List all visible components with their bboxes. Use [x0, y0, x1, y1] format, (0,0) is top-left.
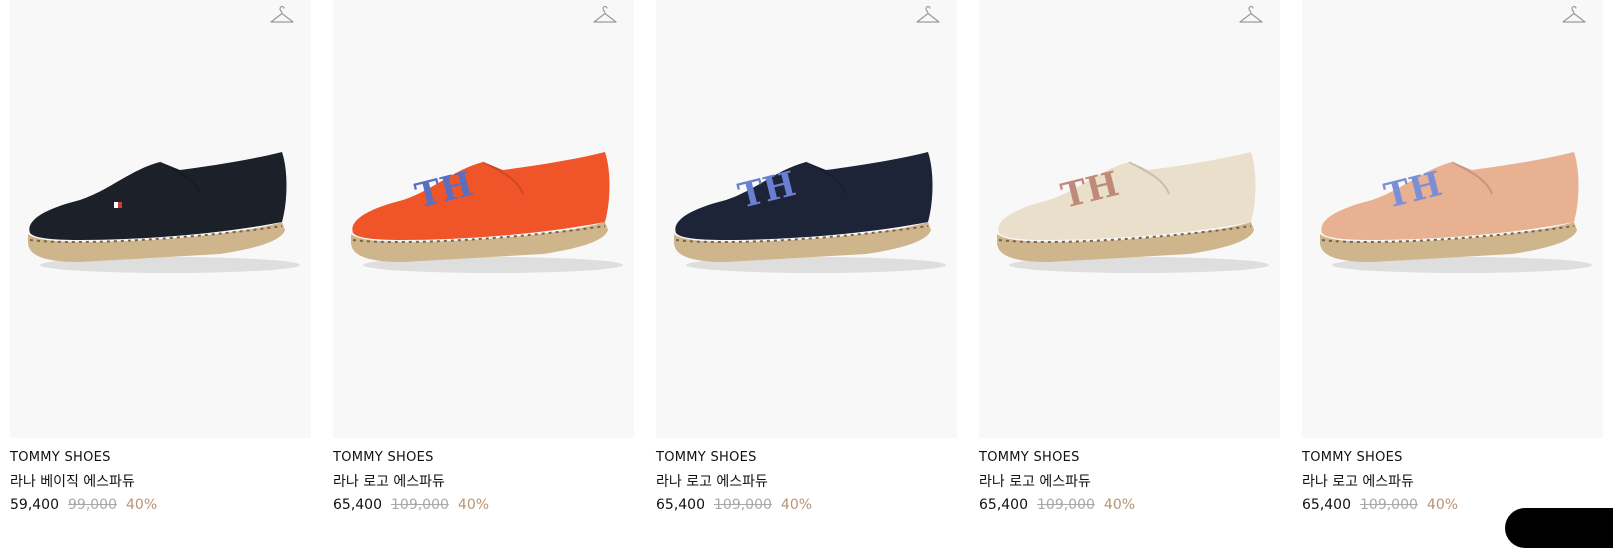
hanger-icon[interactable] [1561, 4, 1587, 28]
product-name[interactable]: 라나 로고 에스파듀 [979, 473, 1280, 491]
discount-rate: 40% [457, 497, 490, 513]
product-name[interactable]: 라나 베이직 에스파듀 [10, 473, 311, 491]
product-grid: TOMMY SHOES 라나 베이직 에스파듀 59,400 99,000 40% … [10, 0, 1603, 514]
product-image[interactable]: TH [979, 0, 1280, 438]
product-card[interactable]: TH TOMMY SHOES 라나 로고 에스파듀 65,400 109,000 4… [656, 0, 957, 514]
product-image[interactable]: TH [656, 0, 957, 438]
sale-price: 59,400 [10, 497, 59, 513]
floating-action-button[interactable] [1505, 508, 1613, 548]
espadrille-shoe-image [28, 152, 300, 273]
hanger-icon[interactable] [915, 4, 941, 28]
sale-price: 65,400 [656, 497, 705, 513]
hanger-icon[interactable] [592, 4, 618, 28]
original-price: 99,000 [68, 497, 117, 513]
sale-price: 65,400 [1302, 497, 1351, 513]
discount-rate: 40% [1103, 497, 1136, 513]
product-card[interactable]: TH TOMMY SHOES 라나 로고 에스파듀 65,400 109,000 4… [1302, 0, 1603, 514]
product-price-row: 65,400 109,000 40% [333, 496, 634, 514]
sale-price: 65,400 [979, 497, 1028, 513]
product-brand[interactable]: TOMMY SHOES [1302, 450, 1603, 466]
product-card[interactable]: TOMMY SHOES 라나 베이직 에스파듀 59,400 99,000 40% [10, 0, 311, 514]
original-price: 109,000 [1360, 497, 1418, 513]
discount-rate: 40% [1426, 497, 1459, 513]
original-price: 109,000 [714, 497, 772, 513]
espadrille-shoe-image: TH [1320, 152, 1592, 273]
product-name[interactable]: 라나 로고 에스파듀 [333, 473, 634, 491]
product-brand[interactable]: TOMMY SHOES [333, 450, 634, 466]
espadrille-shoe-image: TH [351, 152, 623, 273]
original-price: 109,000 [391, 497, 449, 513]
product-price-row: 65,400 109,000 40% [979, 496, 1280, 514]
product-image[interactable]: TH [1302, 0, 1603, 438]
discount-rate: 40% [126, 497, 158, 513]
hanger-icon[interactable] [1238, 4, 1264, 28]
original-price: 109,000 [1037, 497, 1095, 513]
product-price-row: 59,400 99,000 40% [10, 496, 311, 514]
product-name[interactable]: 라나 로고 에스파듀 [1302, 473, 1603, 491]
product-price-row: 65,400 109,000 40% [656, 496, 957, 514]
espadrille-shoe-image: TH [997, 152, 1269, 273]
product-card[interactable]: TH TOMMY SHOES 라나 로고 에스파듀 65,400 109,000 4… [979, 0, 1280, 514]
espadrille-shoe-image: TH [674, 152, 946, 273]
sale-price: 65,400 [333, 497, 382, 513]
product-brand[interactable]: TOMMY SHOES [656, 450, 957, 466]
hanger-icon[interactable] [269, 4, 295, 28]
discount-rate: 40% [780, 497, 813, 513]
product-image[interactable]: TH [333, 0, 634, 438]
product-brand[interactable]: TOMMY SHOES [10, 450, 311, 466]
flag-logo-icon [114, 202, 122, 208]
product-image[interactable] [10, 0, 311, 438]
product-card[interactable]: TH TOMMY SHOES 라나 로고 에스파듀 65,400 109,000 4… [333, 0, 634, 514]
product-name[interactable]: 라나 로고 에스파듀 [656, 473, 957, 491]
product-brand[interactable]: TOMMY SHOES [979, 450, 1280, 466]
